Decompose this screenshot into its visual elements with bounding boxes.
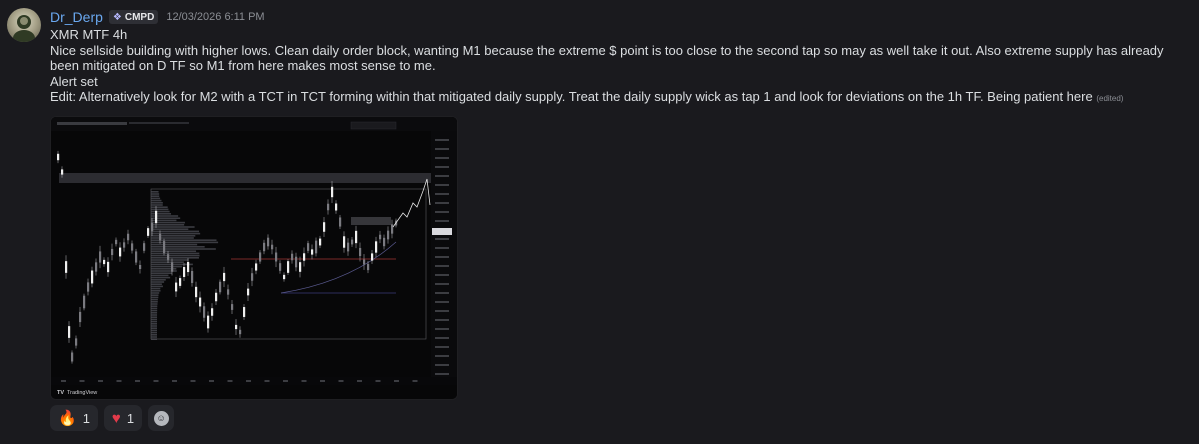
fire-icon: 🔥 [58,409,77,427]
message-line: Nice sellside building with higher lows.… [50,42,1164,74]
chart-image: TV TradingView [51,117,457,399]
message-header: Dr_Derp ❖ CMPD 12/03/2026 6:11 PM [50,8,265,26]
tradingview-watermark: TradingView [67,390,97,396]
reaction-count: 1 [82,410,90,426]
server-tag[interactable]: ❖ CMPD [108,10,159,24]
edit-text: Edit: Alternatively look for M2 with a T… [50,89,1093,104]
message-edit-line: Edit: Alternatively look for M2 with a T… [50,89,1190,107]
reaction-heart[interactable]: ♥ 1 [103,405,143,431]
message-line: XMR MTF 4h [50,27,128,42]
add-reaction-button[interactable]: ☺ [148,405,175,431]
reaction-count: 1 [126,410,135,426]
message-line: Alert set [50,73,98,89]
timestamp: 12/03/2026 6:11 PM [166,11,265,23]
reactions-bar: 🔥 1 ♥ 1 ☺ [50,405,175,431]
chart-attachment[interactable]: TV TradingView [50,116,458,400]
tag-icon: ❖ [112,11,122,23]
smile-icon: ☺ [153,410,169,426]
author-name[interactable]: Dr_Derp [50,9,103,25]
avatar[interactable] [7,8,41,42]
heart-icon: ♥ [111,409,121,427]
edited-marker: (edited) [1096,94,1124,103]
message-content: XMR MTF 4h Nice sellside building with h… [50,27,1190,107]
tag-label: CMPD [124,11,155,23]
tradingview-logo: TV [57,390,64,396]
reaction-fire[interactable]: 🔥 1 [50,405,98,431]
